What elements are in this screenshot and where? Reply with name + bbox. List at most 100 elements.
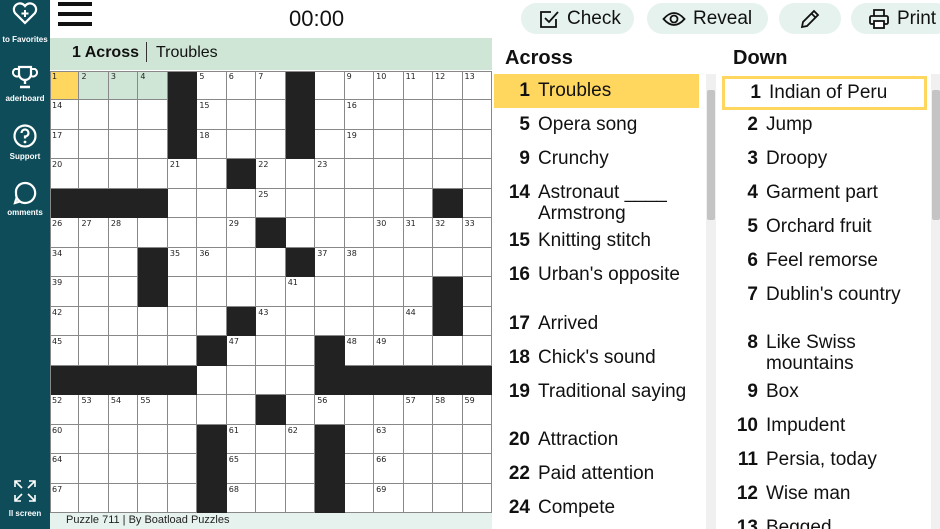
across-clue-item[interactable]: 9 Crunchy (494, 142, 688, 170)
grid-cell[interactable] (79, 336, 109, 366)
grid-cell[interactable]: 10 (374, 71, 404, 101)
grid-cell[interactable] (167, 336, 198, 366)
grid-cell[interactable] (403, 483, 434, 513)
reveal-button[interactable]: Reveal (647, 3, 768, 34)
down-clue-item[interactable]: 11 Persia, today (722, 443, 916, 471)
grid-cell[interactable] (167, 218, 198, 248)
grid-cell[interactable] (167, 306, 198, 337)
grid-cell[interactable] (138, 454, 168, 484)
grid-cell[interactable] (344, 218, 375, 248)
grid-cell[interactable] (285, 188, 316, 219)
print-button[interactable]: Print (851, 3, 940, 34)
grid-cell[interactable] (79, 424, 109, 455)
grid-cell[interactable] (138, 424, 168, 455)
grid-cell[interactable] (285, 218, 316, 248)
grid-cell[interactable] (197, 218, 227, 248)
down-scrollbar[interactable] (931, 74, 940, 529)
grid-cell[interactable] (256, 277, 286, 307)
grid-cell[interactable]: 63 (374, 424, 404, 455)
grid-cell[interactable] (197, 188, 227, 219)
grid-cell[interactable]: 41 (285, 277, 316, 307)
grid-cell[interactable] (344, 395, 375, 425)
grid-cell[interactable] (197, 277, 227, 307)
grid-cell[interactable] (315, 100, 345, 130)
grid-cell[interactable]: 31 (403, 218, 434, 248)
grid-cell[interactable] (138, 483, 168, 513)
grid-cell[interactable] (403, 424, 434, 455)
grid-cell[interactable] (315, 277, 345, 307)
down-clue-item[interactable]: 12 Wise man (722, 477, 916, 505)
grid-cell[interactable]: 44 (403, 306, 434, 337)
grid-cell[interactable]: 36 (197, 247, 227, 278)
grid-cell[interactable]: 68 (226, 483, 257, 513)
grid-cell[interactable] (433, 100, 463, 130)
grid-cell[interactable]: 20 (50, 159, 80, 189)
grid-cell[interactable] (256, 454, 286, 484)
grid-cell[interactable] (167, 395, 198, 425)
grid-cell[interactable]: 19 (344, 129, 375, 160)
grid-cell[interactable]: 49 (374, 336, 404, 366)
grid-cell[interactable]: 29 (226, 218, 257, 248)
grid-cell[interactable]: 5 (197, 71, 227, 101)
grid-cell[interactable]: 18 (197, 129, 227, 160)
grid-cell[interactable] (344, 424, 375, 455)
across-clue-item[interactable]: 20 Attraction (494, 423, 688, 451)
grid-cell[interactable]: 69 (374, 483, 404, 513)
grid-cell[interactable] (344, 483, 375, 513)
grid-cell[interactable] (79, 100, 109, 130)
grid-cell[interactable] (285, 483, 316, 513)
grid-cell[interactable] (226, 277, 257, 307)
across-clue-item[interactable]: 16 Urban's opposite (494, 258, 688, 286)
grid-cell[interactable]: 12 (433, 71, 463, 101)
grid-cell[interactable]: 14 (50, 100, 80, 130)
grid-cell[interactable] (226, 247, 257, 278)
grid-cell[interactable] (79, 159, 109, 189)
grid-cell[interactable]: 43 (256, 306, 286, 337)
grid-cell[interactable] (462, 424, 492, 455)
grid-cell[interactable]: 38 (344, 247, 375, 278)
grid-cell[interactable] (256, 365, 286, 396)
grid-cell[interactable]: 11 (403, 71, 434, 101)
grid-cell[interactable] (256, 129, 286, 160)
across-clue-item[interactable]: 15 Knitting stitch (494, 224, 688, 252)
grid-cell[interactable] (462, 247, 492, 278)
grid-cell[interactable] (433, 129, 463, 160)
grid-cell[interactable] (285, 306, 316, 337)
grid-cell[interactable] (226, 395, 257, 425)
grid-cell[interactable] (462, 188, 492, 219)
grid-cell[interactable] (108, 100, 139, 130)
grid-cell[interactable] (226, 188, 257, 219)
grid-cell[interactable] (197, 395, 227, 425)
full-screen-button[interactable]: ll screen (0, 478, 50, 524)
grid-cell[interactable]: 65 (226, 454, 257, 484)
support-button[interactable]: Support (0, 123, 50, 169)
grid-cell[interactable] (108, 129, 139, 160)
comments-button[interactable]: omments (0, 180, 50, 226)
grid-cell[interactable]: 32 (433, 218, 463, 248)
grid-cell[interactable] (462, 454, 492, 484)
add-to-favorites-button[interactable]: to Favorites (0, 2, 50, 48)
across-clue-item[interactable]: 22 Paid attention (494, 457, 688, 485)
grid-cell[interactable]: 58 (433, 395, 463, 425)
grid-cell[interactable] (167, 483, 198, 513)
grid-cell[interactable] (433, 159, 463, 189)
across-clue-item[interactable]: 14 Astronaut ____ Armstrong (494, 176, 688, 224)
grid-cell[interactable] (344, 277, 375, 307)
grid-cell[interactable] (285, 365, 316, 396)
grid-cell[interactable] (433, 424, 463, 455)
across-clue-item[interactable]: 19 Traditional saying (494, 375, 688, 403)
grid-cell[interactable]: 60 (50, 424, 80, 455)
grid-cell[interactable] (374, 100, 404, 130)
grid-cell[interactable] (285, 454, 316, 484)
grid-cell[interactable] (108, 247, 139, 278)
grid-cell[interactable] (197, 306, 227, 337)
across-scrollbar[interactable] (706, 74, 716, 529)
grid-cell[interactable] (138, 218, 168, 248)
grid-cell[interactable] (285, 159, 316, 189)
grid-cell[interactable] (226, 100, 257, 130)
grid-cell[interactable] (403, 188, 434, 219)
grid-cell[interactable] (462, 483, 492, 513)
grid-cell[interactable] (256, 247, 286, 278)
grid-cell[interactable] (374, 306, 404, 337)
grid-cell[interactable] (433, 247, 463, 278)
